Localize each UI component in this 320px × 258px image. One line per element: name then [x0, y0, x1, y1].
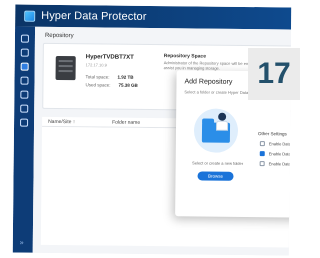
repository-icon[interactable]: [20, 62, 29, 71]
collapse-icon[interactable]: »: [20, 240, 26, 247]
column-header-name[interactable]: Name/Site ↑: [48, 119, 75, 125]
overview-icon[interactable]: [20, 34, 29, 43]
dashboard-icon[interactable]: [20, 48, 29, 57]
used-space-value: 75.38 GB: [118, 82, 138, 88]
option-row-2[interactable]: Enable Data: [259, 151, 291, 157]
restore-icon[interactable]: [20, 90, 29, 99]
total-space-value: 1.92 TB: [117, 74, 134, 80]
option-label-1: Enable Data: [268, 141, 291, 147]
nas-device-icon: [55, 55, 76, 81]
option-label-2: Enable Data: [268, 151, 291, 157]
app-logo-icon: [24, 10, 36, 22]
backup-icon[interactable]: [20, 76, 29, 85]
dialog-message: Select or create a new folder: [192, 160, 244, 166]
browse-button[interactable]: Browse: [197, 171, 234, 181]
folder-illustration-icon: [193, 108, 239, 153]
used-space-label: Used space:: [85, 82, 111, 88]
option-checkbox-1[interactable]: [259, 141, 265, 147]
option-label-3: Enable Data: [268, 161, 291, 167]
settings-icon[interactable]: [20, 118, 29, 127]
report-icon[interactable]: [20, 104, 29, 113]
option-row-3[interactable]: Enable Data: [259, 161, 291, 167]
used-space-row: Used space: 75.38 GB: [85, 82, 137, 88]
repository-space-title: Repository Space: [163, 53, 207, 60]
option-checkbox-3[interactable]: [259, 161, 265, 167]
column-header-folder[interactable]: Folder name: [112, 120, 140, 126]
breadcrumb: Repository: [44, 32, 74, 40]
sidebar: »: [12, 26, 36, 253]
option-row-1[interactable]: Enable Data: [259, 141, 291, 147]
title-bar: Hyper Data Protector: [15, 4, 292, 30]
dialog-title: Add Repository: [184, 78, 233, 86]
total-space-row: Total space: 1.92 TB: [86, 74, 134, 80]
device-address: 172.17.10.9: [85, 62, 107, 68]
page-number-badge: 17: [248, 48, 300, 100]
total-space-label: Total space:: [85, 74, 110, 80]
other-settings-title: Other Settings: [257, 131, 287, 137]
page-number: 17: [257, 57, 291, 90]
option-checkbox-2[interactable]: [259, 151, 265, 157]
screen-photo: Hyper Data Protector » Repository HyperT…: [12, 4, 292, 256]
app-title: Hyper Data Protector: [41, 9, 147, 23]
device-name: HyperTVDBT7XT: [85, 54, 134, 61]
